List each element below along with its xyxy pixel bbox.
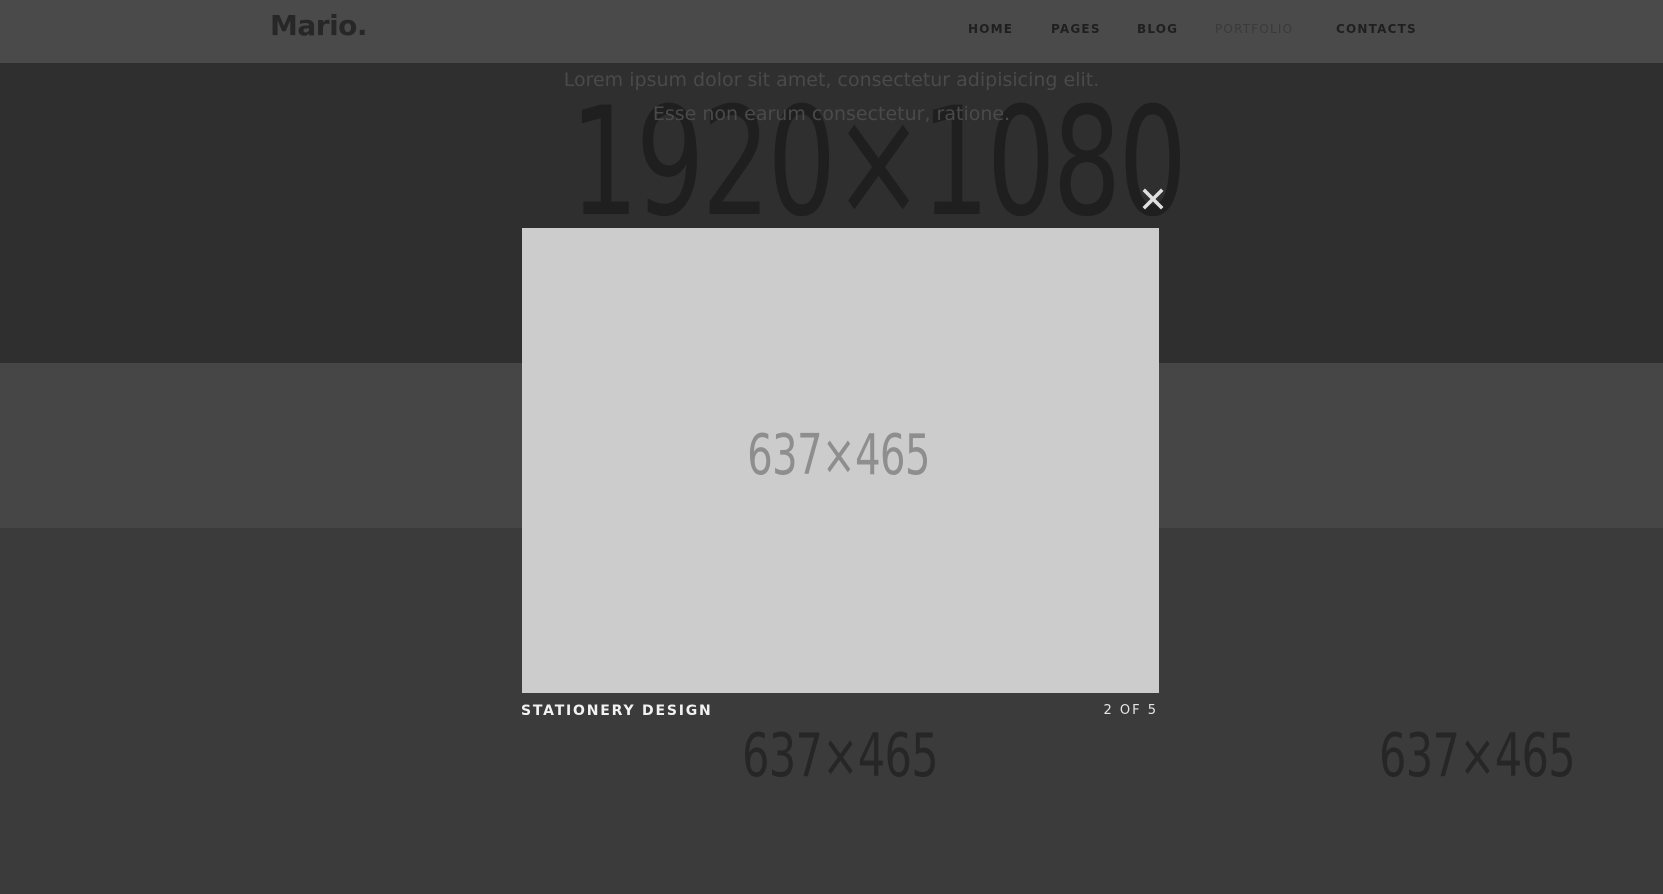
portfolio-item-placeholder[interactable]: 637×465 xyxy=(1379,726,1576,786)
lightbox-image-placeholder-label: 637×465 xyxy=(747,423,930,488)
nav-blog[interactable]: BLOG xyxy=(1137,22,1178,36)
lightbox-title: STATIONERY DESIGN xyxy=(521,703,713,719)
hero-text-line-2: Esse non earum consectetur, ratione. xyxy=(652,103,1011,125)
nav-portfolio[interactable]: PORTFOLIO xyxy=(1215,22,1293,36)
nav-home[interactable]: HOME xyxy=(968,22,1013,36)
hero-text-line-1: Lorem ipsum dolor sit amet, consectetur … xyxy=(563,69,1100,91)
nav-contacts[interactable]: CONTACTS xyxy=(1336,22,1417,36)
close-icon[interactable] xyxy=(1140,186,1166,212)
portfolio-item-placeholder[interactable]: 637×465 xyxy=(742,726,939,786)
site-logo[interactable]: Mario. xyxy=(270,9,368,42)
nav-pages[interactable]: PAGES xyxy=(1051,22,1101,36)
lightbox-counter: 2 OF 5 xyxy=(1103,703,1158,718)
site-header: Mario. HOME PAGES BLOG PORTFOLIO CONTACT… xyxy=(0,0,1663,63)
lightbox-image[interactable]: 637×465 xyxy=(522,228,1159,693)
